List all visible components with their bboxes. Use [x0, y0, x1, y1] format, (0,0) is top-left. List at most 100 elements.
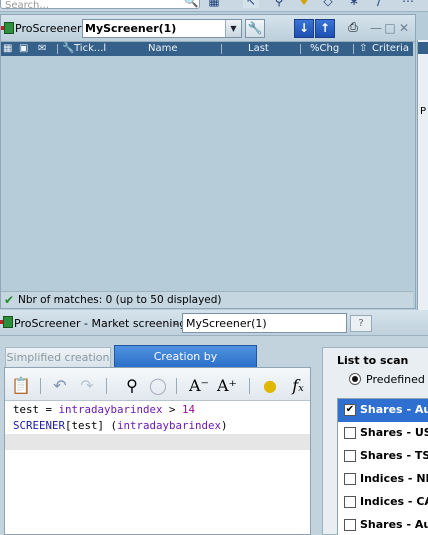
mail-icon[interactable]: ✉ [38, 43, 46, 54]
status-bar: ✔ Nbr of matches: 0 (up to 50 displayed) [1, 291, 413, 308]
top-toolbar: Search... 🔍 ▦ ↖ ⚲ ♦ ◇ ∗ ∕ ⋯ [0, 0, 428, 12]
proscreener-icon [1, 22, 14, 34]
export-icon[interactable]: ▣ [19, 43, 28, 54]
scan-list-item[interactable]: Shares - TSE [338, 445, 428, 468]
redo-icon[interactable]: ↷ [77, 376, 97, 396]
code-line[interactable]: test = intradaybarindex > 14 [5, 402, 310, 418]
scan-item-checkbox[interactable] [344, 450, 356, 462]
screener-select-value: MyScreener(1) [85, 22, 177, 35]
undo-icon[interactable]: ↶ [50, 376, 70, 396]
screener-window: ProScreener MyScreener(1) ▼ 🔧 ↓ ↑ ⎙ — □ … [0, 14, 416, 309]
column-name[interactable]: Name [148, 43, 178, 54]
wrench-icon: 🔧 [247, 21, 263, 35]
code-token: > [162, 403, 183, 416]
screener-select[interactable]: MyScreener(1) ▼ [82, 19, 242, 38]
eraser-icon[interactable]: ◇ [320, 0, 336, 8]
tab-simplified-creation[interactable]: Simplified creation [5, 347, 111, 367]
printer-icon: ⎙ [348, 20, 358, 34]
scan-list: ✔ Shares - Aus Shares - US ( Shares - TSE In… [337, 398, 428, 535]
tab-creation-by-programming[interactable]: Creation by programming [114, 345, 257, 384]
scan-item-label: Shares - TSE [360, 449, 428, 462]
column-last[interactable]: Last [248, 43, 269, 54]
scan-list-item[interactable]: Indices - NIKK [338, 468, 428, 491]
scan-item-label: Indices - NIKK [360, 472, 428, 485]
chart-icon[interactable]: ▦ [206, 0, 222, 8]
print-button[interactable]: ⎙ [343, 19, 363, 38]
toolbar-divider [40, 378, 41, 394]
zoom-icon[interactable]: ⚲ [271, 0, 287, 8]
code-area[interactable]: test = intradaybarindex > 14 SCREENER[te… [5, 402, 310, 450]
side-panel: P [417, 40, 428, 310]
list-to-scan-panel: List to scan Predefined ✔ Shares - Aus Sha… [322, 347, 428, 535]
pen-icon[interactable]: ∗ [346, 0, 362, 8]
maximize-icon[interactable]: □ [384, 21, 396, 35]
help-button[interactable]: ? [350, 315, 372, 332]
search-icon[interactable]: 🔍 [183, 0, 199, 8]
column-ticker[interactable]: Tick...l [74, 43, 106, 54]
move-down-button[interactable]: ↓ [294, 19, 314, 38]
find-icon[interactable]: ⚲ [122, 376, 142, 396]
matches-count-text: Nbr of matches: 0 (up to 50 displayed) [18, 294, 222, 306]
function-icon[interactable]: fₓ [288, 376, 308, 396]
title-separator: - [174, 317, 178, 330]
move-up-button[interactable]: ↑ [315, 19, 335, 38]
scan-item-label: Indices - CAC [360, 495, 428, 508]
checkmark-icon: ✔ [4, 293, 15, 307]
predefined-radio[interactable] [349, 373, 361, 385]
toolbar-divider [176, 378, 177, 394]
screener-titlebar: ProScreener MyScreener(1) ▼ 🔧 ↓ ↑ ⎙ — □ … [1, 15, 415, 42]
scan-item-checkbox[interactable] [344, 519, 356, 531]
cursor-icon[interactable]: ↖ [243, 0, 259, 8]
column-divider [300, 44, 301, 54]
scan-item-checkbox[interactable] [344, 496, 356, 508]
code-token: intradaybarindex [117, 419, 222, 432]
font-decrease-icon[interactable]: A⁻ [189, 376, 209, 396]
code-line[interactable]: SCREENER[test] (intradaybarindex) [5, 418, 310, 434]
code-editor[interactable]: 📋 ↶ ↷ ⚲ ◯ A⁻ A⁺ ● fₓ test = intradaybari… [4, 367, 311, 535]
column-criteria[interactable]: Criteria [372, 43, 409, 54]
scan-item-checkbox[interactable] [344, 427, 356, 439]
market-screening-title: ProScreener - Market screening [14, 317, 187, 330]
column-divider [353, 44, 354, 54]
editor-toolbar: 📋 ↶ ↷ ⚲ ◯ A⁻ A⁺ ● fₓ [5, 368, 310, 401]
font-increase-icon[interactable]: A⁺ [217, 376, 237, 396]
column-toggle-icon[interactable]: ▦ [3, 43, 12, 54]
minimize-icon[interactable]: — [370, 21, 382, 35]
scan-list-item[interactable]: Indices - CAC [338, 491, 428, 514]
screener-name-input[interactable]: MyScreener(1) [182, 313, 347, 333]
code-line-current[interactable] [5, 434, 310, 450]
screener-title: ProScreener [15, 22, 82, 35]
help-icon: ? [358, 318, 364, 329]
column-chg[interactable]: %Chg [310, 43, 339, 54]
scan-list-item[interactable]: Shares - Aus [338, 514, 428, 535]
alert-bell-icon[interactable]: ♦ [296, 0, 312, 8]
column-divider [57, 44, 58, 54]
line-tool-icon[interactable]: ∕ [371, 0, 387, 8]
toolbar-divider [106, 378, 107, 394]
chevron-down-icon[interactable]: ▼ [225, 20, 241, 37]
comment-icon[interactable]: ◯ [148, 376, 168, 396]
code-token: test = [13, 403, 59, 416]
scan-item-checkbox[interactable]: ✔ [344, 404, 356, 416]
scan-item-checkbox[interactable] [344, 473, 356, 485]
wrench-small-icon: 🔧 [62, 43, 75, 54]
column-divider [221, 44, 222, 54]
lightbulb-icon[interactable]: ● [260, 376, 280, 396]
settings-wrench-button[interactable]: 🔧 [245, 19, 265, 38]
top-search-input[interactable]: Search... [0, 0, 200, 11]
more-tools-icon[interactable]: ⋯ [400, 0, 416, 8]
code-token: 14 [182, 403, 196, 416]
scan-list-item[interactable]: ✔ Shares - Aus [338, 399, 428, 422]
code-token: intradaybarindex [58, 403, 163, 416]
close-icon[interactable]: ✕ [398, 21, 410, 35]
code-token: ) [221, 419, 228, 432]
paste-icon[interactable]: 📋 [11, 376, 31, 396]
proscreener-icon [0, 316, 13, 328]
predefined-label: Predefined [366, 373, 425, 386]
scan-list-item[interactable]: Shares - US ( [338, 422, 428, 445]
arrow-up-icon: ↑ [319, 21, 331, 35]
scan-item-label: Shares - Aus [360, 403, 428, 416]
results-column-header: ▦ ▣ ✉ 🔧 Tick...l Name Last %Chg ⇧ Criter… [1, 42, 413, 56]
sort-up-icon: ⇧ [359, 43, 368, 54]
results-grid[interactable] [1, 56, 413, 289]
